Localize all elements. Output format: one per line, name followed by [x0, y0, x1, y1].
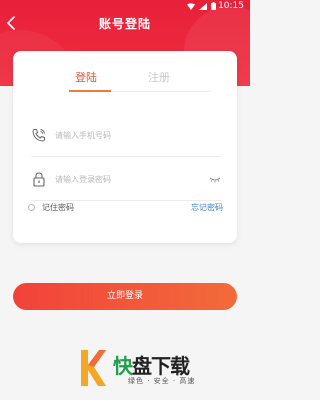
status-bar: 10:15: [0, 0, 250, 14]
tab-register[interactable]: 注册: [148, 69, 170, 85]
login-card: 登陆 注册 请输入手机号码 请输入登录密码 记住密码 忘记密码: [13, 51, 237, 243]
watermark-brand-rest: 盘下载: [132, 354, 190, 378]
active-tab-indicator: [69, 90, 111, 92]
field-underline: [31, 200, 221, 201]
phone-icon: [32, 129, 45, 142]
remember-password-label[interactable]: 记住密码: [42, 202, 74, 213]
remember-password-radio[interactable]: [28, 204, 35, 211]
lock-icon: [33, 172, 45, 187]
login-button[interactable]: 立即登录: [13, 283, 237, 310]
page-title: 账号登陆: [98, 17, 151, 31]
signal-icon: [199, 2, 207, 10]
watermark-logo-icon: [81, 350, 106, 386]
watermark-brand-char: 快: [113, 354, 133, 378]
status-time: 10:15: [218, 1, 244, 11]
eye-closed-icon[interactable]: [209, 174, 221, 184]
watermark-tagline: 绿色 · 安全 · 高速: [128, 377, 196, 385]
password-field[interactable]: 请输入登录密码: [31, 169, 221, 201]
phone-field[interactable]: 请输入手机号码: [31, 125, 221, 157]
wifi-icon: [187, 2, 195, 10]
field-underline: [31, 156, 221, 157]
tab-divider: [111, 91, 211, 92]
forgot-password-link[interactable]: 忘记密码: [191, 202, 223, 213]
tab-login[interactable]: 登陆: [75, 69, 97, 85]
status-icons: [187, 2, 216, 10]
phone-placeholder: 请输入手机号码: [55, 131, 111, 140]
password-placeholder: 请输入登录密码: [55, 175, 111, 184]
watermark-text: 快盘下载: [113, 350, 190, 379]
battery-icon: [211, 2, 216, 10]
